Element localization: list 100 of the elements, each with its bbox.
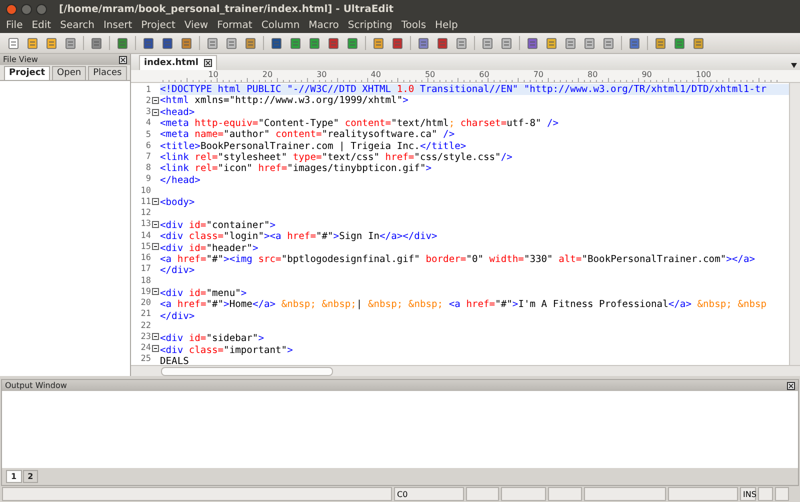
fold-icon[interactable] [152,243,159,250]
line-number: 11 [140,196,151,207]
panel-tab[interactable]: Project [4,66,50,80]
menu-item[interactable]: Scripting [344,20,398,31]
code-token: "#" [316,231,334,242]
fold-icon[interactable] [152,344,159,352]
line-number: 8 [146,163,151,174]
code-token: "text/css" [322,152,380,163]
code-token: xmlns= [194,95,230,106]
code-token: content= [274,129,322,140]
new-file-icon[interactable] [7,36,20,50]
code-token: name= [194,129,224,140]
line-number: 13 [140,219,151,230]
fold-icon[interactable] [152,288,159,296]
code-token: > [402,95,408,106]
code-token: href= [176,299,206,310]
output-tab[interactable]: 1 [6,470,22,483]
menu-item[interactable]: Column [257,20,305,31]
code-token: id= [188,220,206,231]
dropdown-icon[interactable] [791,63,797,68]
document-tab[interactable]: index.html [139,55,218,70]
code-token: "container" [206,220,270,231]
menu-item[interactable]: File [2,20,28,31]
code-token: "330" [524,254,553,265]
output-tab[interactable]: 2 [22,470,38,483]
line-number: 21 [140,309,151,320]
menu-item[interactable]: Insert [99,20,138,31]
code-token: > [240,288,247,299]
line-number: 4 [146,118,151,128]
code-token: <html [160,95,189,106]
maximize-button[interactable] [36,4,47,14]
code-token: href= [257,163,288,174]
panel-title: Output Window [5,381,67,390]
code-token: <a [160,299,172,310]
code-token: <div [160,288,184,299]
line-number: 24 [140,343,151,353]
code-token: Transitional//EN" "http://www.w3.org/TR/xhtml1/DTD/xhtml1-tr [418,84,766,95]
line-number: 18 [140,276,151,286]
code-token: I'm A Fitness Professional [518,299,668,310]
menu-item[interactable]: View [180,20,214,31]
code-token: 1.0 [396,84,414,95]
scroll-thumb[interactable] [161,366,333,376]
code-token: "#" [495,299,512,310]
menu-item[interactable]: Tools [397,20,432,31]
code-token: | [356,299,364,310]
menu-item[interactable]: Macro [304,20,344,31]
code-token: ></a> [726,254,756,265]
code-token: "login" [224,231,264,242]
menu-item[interactable]: Search [56,20,100,31]
menu-item[interactable]: Edit [28,20,56,31]
panel-tab[interactable]: Open [52,66,86,80]
fold-icon[interactable] [152,108,159,116]
line-number: 25 [140,354,151,364]
tab-label: index.html [144,58,198,68]
line-number: 14 [140,230,151,241]
status-cell: C0 [394,487,464,501]
menu-item[interactable]: Format [213,20,258,31]
code-token: <div [160,220,184,231]
menu-item[interactable]: Help [431,20,463,31]
line-number: 19 [140,286,151,297]
minimize-button[interactable] [21,4,32,14]
fold-icon[interactable] [152,220,159,228]
code-token: <link [160,152,189,163]
code-token: > [512,299,518,310]
close-icon[interactable] [204,59,212,67]
panel-tab[interactable]: Places [88,66,127,80]
code-token: ; [448,118,455,129]
code-token: ><img [224,254,252,265]
code-token: </a> [668,299,692,310]
code-token: /> [546,118,559,129]
code-token: "important" [224,344,288,356]
fold-icon[interactable] [152,97,159,104]
code-token: /> [500,152,512,163]
code-token: "Content-Type" [258,118,340,129]
code-token: Home [229,299,252,310]
line-number: 1 [146,84,151,95]
code-token: "#" [206,254,224,265]
line-number: 2 [146,96,151,106]
vertical-scrollbar[interactable] [789,83,800,365]
code-token: "css/style.css" [414,152,501,163]
line-number: 6 [146,140,151,151]
horizontal-scrollbar[interactable] [131,365,800,376]
fold-icon[interactable] [152,333,159,340]
code-token: "sidebar" [206,333,258,344]
code-token: "stylesheet" [218,152,288,163]
panel-title: File View [3,55,38,64]
code-token: <meta [160,118,189,129]
code-token: <a [448,299,460,310]
fold-icon[interactable] [152,198,159,206]
code-token: &nbsp; &nbsp; [368,299,444,310]
code-token: ><a [264,231,282,242]
menu-item[interactable]: Project [137,20,180,31]
code-token: <!DOCTYPE html PUBLIC "-//W3C//DTD XHTML [160,84,392,95]
code-token: "bptlogodesignfinal.gif" [281,254,420,265]
line-number: 23 [140,332,151,342]
close-button[interactable] [6,4,17,14]
close-icon[interactable] [119,56,127,64]
code-token: <head> [160,106,195,118]
close-icon[interactable] [787,382,795,390]
code-token: href= [465,299,496,310]
